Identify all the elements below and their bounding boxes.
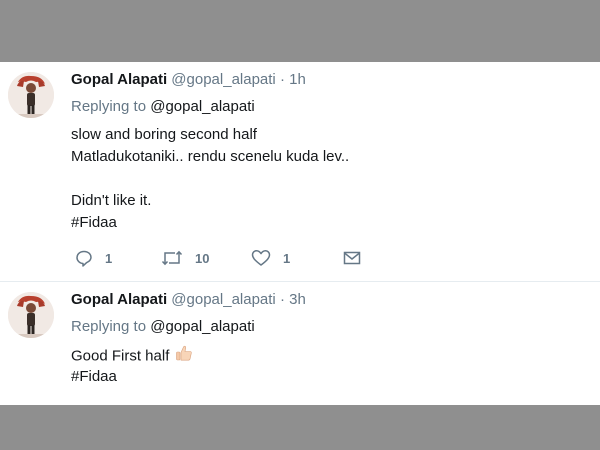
user-handle[interactable]: @gopal_alapati (171, 291, 275, 308)
tweet-header: Gopal Alapati @gopal_alapati · 3h (71, 291, 306, 308)
hashtag-link[interactable]: #Fidaa (71, 366, 193, 388)
tweet-text: Good First half #Fidaa (71, 344, 193, 388)
bottom-overlay-band (0, 405, 600, 450)
top-overlay-band (0, 0, 600, 62)
tweet-2[interactable]: Gopal Alapati @gopal_alapati · 3h Replyi… (0, 282, 600, 405)
replying-mention[interactable]: @gopal_alapati (150, 318, 254, 335)
reply-count: 1 (105, 250, 113, 266)
timestamp[interactable]: 1h (289, 71, 306, 88)
tweet-text: slow and boring second half Matladukotan… (71, 124, 349, 234)
retweet-button[interactable]: 10 (161, 248, 209, 268)
avatar[interactable] (8, 292, 54, 338)
tweet-line: Matladukotaniki.. rendu scenelu kuda lev… (71, 148, 350, 165)
replying-mention[interactable]: @gopal_alapati (150, 98, 254, 115)
heart-icon (251, 250, 271, 266)
envelope-icon (343, 251, 361, 265)
retweet-icon (161, 250, 183, 266)
tweet-line: Didn't like it. (71, 192, 152, 209)
direct-message-button[interactable] (343, 248, 373, 268)
replying-prefix: Replying to (71, 98, 147, 115)
display-name[interactable]: Gopal Alapati (71, 71, 167, 88)
tweet-header: Gopal Alapati @gopal_alapati · 1h (71, 71, 306, 88)
tweet-line-with-emoji: Good First half (71, 344, 193, 366)
separator-dot: · (279, 71, 285, 88)
replying-prefix: Replying to (71, 318, 147, 335)
like-count: 1 (283, 250, 291, 266)
avatar[interactable] (8, 72, 54, 118)
tweet-1[interactable]: Gopal Alapati @gopal_alapati · 1h Replyi… (0, 62, 600, 281)
like-button[interactable]: 1 (251, 248, 290, 268)
replying-to: Replying to @gopal_alapati (71, 318, 255, 335)
tweet-actions: 1 10 1 (71, 248, 371, 270)
hashtag-link[interactable]: #Fidaa (71, 212, 349, 234)
user-handle[interactable]: @gopal_alapati (171, 71, 275, 88)
separator-dot: · (279, 291, 285, 308)
replying-to: Replying to @gopal_alapati (71, 98, 255, 115)
reply-icon (76, 250, 92, 267)
display-name[interactable]: Gopal Alapati (71, 291, 167, 308)
retweet-count: 10 (195, 250, 210, 266)
tweet-line: slow and boring second half (71, 126, 257, 143)
thumbs-up-icon (175, 344, 193, 369)
tweet-line: Good First half (71, 347, 170, 365)
timestamp[interactable]: 3h (289, 291, 306, 308)
reply-button[interactable]: 1 (75, 248, 112, 268)
